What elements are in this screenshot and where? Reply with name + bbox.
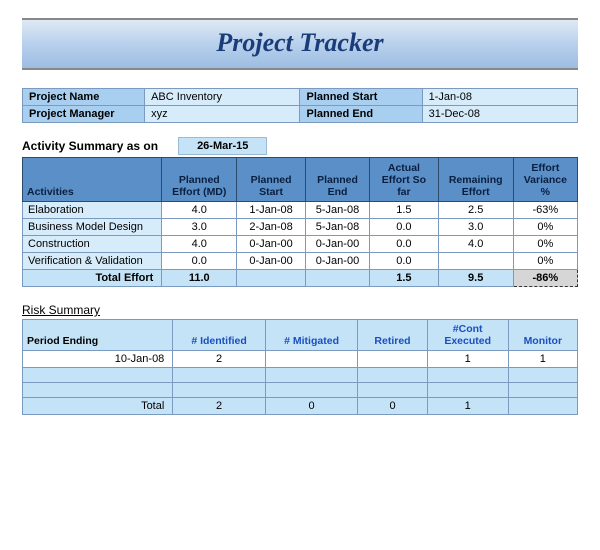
col-actual-effort: Actual Effort So far xyxy=(370,158,439,202)
cell: 0.0 xyxy=(162,253,237,270)
cell: 0% xyxy=(513,236,577,253)
activity-table: Activities Planned Effort (MD) Planned S… xyxy=(22,157,578,287)
total-label: Total Effort xyxy=(23,270,162,287)
title-bar: Project Tracker xyxy=(22,18,578,70)
col-period: Period Ending xyxy=(23,320,173,351)
cell xyxy=(305,270,369,287)
cell: 0.0 xyxy=(370,253,439,270)
table-row xyxy=(23,368,578,383)
col-planned-end: Planned End xyxy=(305,158,369,202)
project-manager-label: Project Manager xyxy=(23,106,145,123)
cell: 4.0 xyxy=(162,202,237,219)
table-row xyxy=(23,383,578,398)
cell: 1 xyxy=(427,398,508,415)
cell: 4.0 xyxy=(162,236,237,253)
col-remaining: Remaining Effort xyxy=(438,158,513,202)
table-row: Construction 4.0 0-Jan-00 0-Jan-00 0.0 4… xyxy=(23,236,578,253)
col-identified: # Identified xyxy=(173,320,266,351)
cell: 2.5 xyxy=(438,202,513,219)
cell: 4.0 xyxy=(438,236,513,253)
cell xyxy=(237,270,306,287)
cell: 1.5 xyxy=(370,270,439,287)
total-variance: -86% xyxy=(513,270,577,287)
cell: 0-Jan-00 xyxy=(305,253,369,270)
activity-summary-date: 26-Mar-15 xyxy=(178,137,267,155)
project-name-value: ABC Inventory xyxy=(145,89,300,106)
activity-name: Construction xyxy=(23,236,162,253)
period-value: 10-Jan-08 xyxy=(23,351,173,368)
col-planned-start: Planned Start xyxy=(237,158,306,202)
activity-summary-header: Activity Summary as on 26-Mar-15 xyxy=(22,137,578,155)
project-info-table: Project Name ABC Inventory Planned Start… xyxy=(22,88,578,123)
cell: 11.0 xyxy=(162,270,237,287)
table-row: Verification & Validation 0.0 0-Jan-00 0… xyxy=(23,253,578,270)
cell xyxy=(265,351,358,368)
cell: 9.5 xyxy=(438,270,513,287)
activity-summary-label: Activity Summary as on xyxy=(22,139,158,153)
total-row: Total 2 0 0 1 xyxy=(23,398,578,415)
risk-table: Period Ending # Identified # Mitigated R… xyxy=(22,319,578,415)
cell xyxy=(358,351,427,368)
planned-end-label: Planned End xyxy=(300,106,422,123)
planned-start-value: 1-Jan-08 xyxy=(422,89,577,106)
col-retired: Retired xyxy=(358,320,427,351)
col-planned-effort: Planned Effort (MD) xyxy=(162,158,237,202)
cell: 0% xyxy=(513,219,577,236)
col-cont: #Cont Executed xyxy=(427,320,508,351)
table-row: Business Model Design 3.0 2-Jan-08 5-Jan… xyxy=(23,219,578,236)
cell: 2-Jan-08 xyxy=(237,219,306,236)
cell: 1 xyxy=(427,351,508,368)
risk-summary-label: Risk Summary xyxy=(22,303,578,317)
col-monitor: Monitor xyxy=(508,320,577,351)
planned-end-value: 31-Dec-08 xyxy=(422,106,577,123)
activity-name: Business Model Design xyxy=(23,219,162,236)
activity-name: Elaboration xyxy=(23,202,162,219)
cell: 2 xyxy=(173,398,266,415)
total-row: Total Effort 11.0 1.5 9.5 -86% xyxy=(23,270,578,287)
cell: 2 xyxy=(173,351,266,368)
project-name-label: Project Name xyxy=(23,89,145,106)
cell: 5-Jan-08 xyxy=(305,202,369,219)
table-row: 10-Jan-08 2 1 1 xyxy=(23,351,578,368)
planned-start-label: Planned Start xyxy=(300,89,422,106)
cell: 5-Jan-08 xyxy=(305,219,369,236)
col-variance: Effort Variance % xyxy=(513,158,577,202)
activity-name: Verification & Validation xyxy=(23,253,162,270)
cell: 1.5 xyxy=(370,202,439,219)
cell: 1 xyxy=(508,351,577,368)
cell: 0.0 xyxy=(370,236,439,253)
col-activities: Activities xyxy=(23,158,162,202)
cell: 0.0 xyxy=(370,219,439,236)
cell: 1-Jan-08 xyxy=(237,202,306,219)
cell: 0% xyxy=(513,253,577,270)
table-row: Elaboration 4.0 1-Jan-08 5-Jan-08 1.5 2.… xyxy=(23,202,578,219)
cell: 0-Jan-00 xyxy=(237,236,306,253)
cell: 0 xyxy=(358,398,427,415)
cell: 0 xyxy=(265,398,358,415)
cell: 0-Jan-00 xyxy=(305,236,369,253)
total-label: Total xyxy=(23,398,173,415)
cell: 3.0 xyxy=(438,219,513,236)
cell xyxy=(508,398,577,415)
project-manager-value: xyz xyxy=(145,106,300,123)
cell: -63% xyxy=(513,202,577,219)
cell: 0-Jan-00 xyxy=(237,253,306,270)
col-mitigated: # Mitigated xyxy=(265,320,358,351)
cell xyxy=(438,253,513,270)
page-title: Project Tracker xyxy=(22,28,578,58)
cell: 3.0 xyxy=(162,219,237,236)
